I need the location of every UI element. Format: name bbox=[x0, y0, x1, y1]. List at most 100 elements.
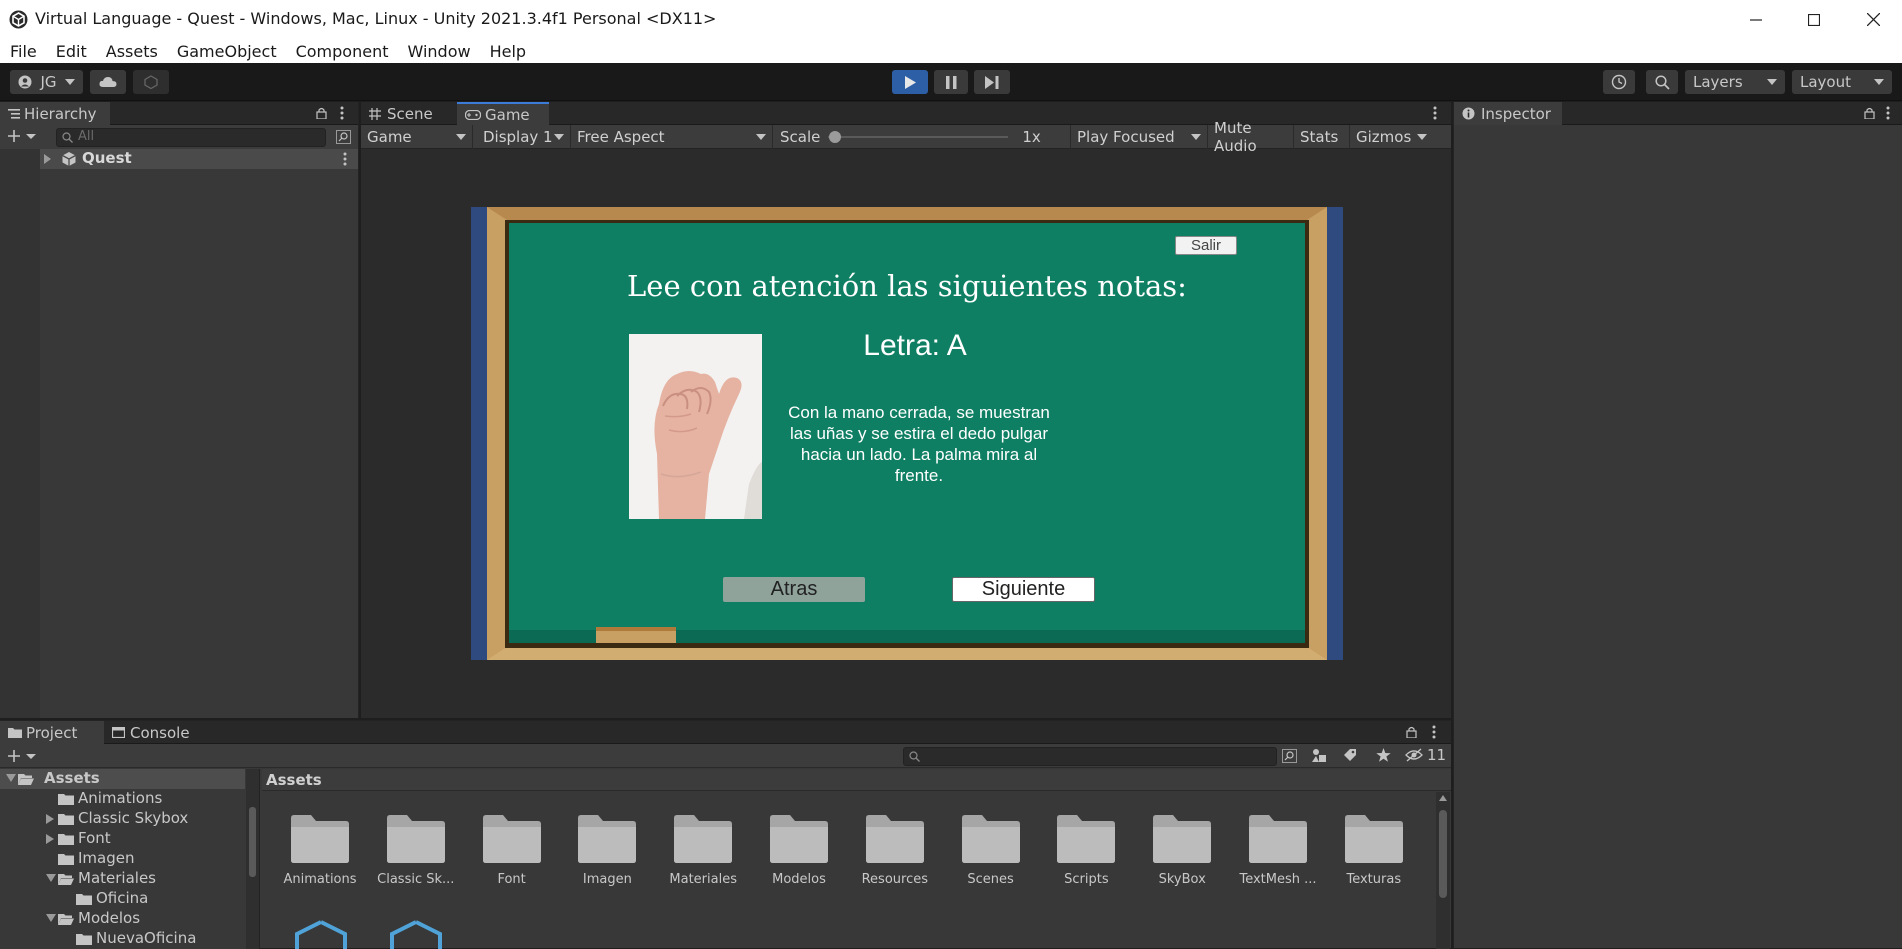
mute-audio-label: Mute Audio bbox=[1214, 118, 1257, 155]
asset-folder[interactable]: Classic Sk... bbox=[371, 814, 461, 887]
collab-icon bbox=[144, 75, 158, 89]
tree-scrollbar[interactable] bbox=[246, 769, 259, 949]
asset-folder[interactable]: SkyBox bbox=[1137, 814, 1227, 887]
menu-help[interactable]: Help bbox=[490, 42, 526, 61]
tab-console[interactable]: Console bbox=[104, 721, 204, 744]
tab-scene[interactable]: Scene bbox=[361, 102, 457, 125]
kebab-menu-icon[interactable] bbox=[343, 152, 347, 166]
chevron-right-icon[interactable] bbox=[46, 834, 54, 844]
scale-slider[interactable] bbox=[828, 130, 1009, 144]
tab-inspector[interactable]: Inspector bbox=[1454, 102, 1562, 125]
prefab-icon[interactable] bbox=[295, 920, 347, 949]
filter-type-icon[interactable] bbox=[1311, 748, 1327, 763]
tab-project[interactable]: Project bbox=[0, 721, 104, 744]
add-icon[interactable] bbox=[8, 129, 36, 143]
aspect-dropdown[interactable]: Free Aspect bbox=[571, 124, 773, 149]
tab-game[interactable]: Game bbox=[457, 102, 549, 125]
tab-hierarchy[interactable]: Hierarchy bbox=[0, 102, 110, 125]
chevron-right-icon[interactable] bbox=[44, 154, 51, 164]
add-icon[interactable] bbox=[8, 749, 36, 763]
hidden-packages-icon[interactable] bbox=[1405, 748, 1423, 762]
search-icon bbox=[1654, 74, 1670, 90]
project-folder-tree: Assets Animations Classic Skybox Font Imagen… bbox=[0, 769, 260, 949]
folder-open-icon bbox=[58, 913, 74, 925]
tab-console-label: Console bbox=[130, 723, 190, 742]
lock-icon[interactable] bbox=[316, 107, 327, 119]
next-button[interactable]: Siguiente bbox=[952, 577, 1095, 602]
chevron-right-icon[interactable] bbox=[46, 814, 54, 824]
asset-scrollbar-thumb[interactable] bbox=[1439, 810, 1447, 898]
game-view-toolbar: Game Display 1 Free Aspect Scale 1x Play… bbox=[361, 119, 1451, 155]
project-search-input[interactable] bbox=[903, 747, 1277, 766]
game-mode-dropdown[interactable]: Game bbox=[361, 124, 473, 149]
menu-edit[interactable]: Edit bbox=[56, 42, 87, 61]
close-button[interactable] bbox=[1844, 0, 1902, 39]
scale-handle[interactable] bbox=[829, 130, 842, 143]
mute-audio-toggle[interactable]: Mute Audio bbox=[1208, 119, 1294, 155]
gizmos-label: Gizmos bbox=[1356, 127, 1412, 146]
search-button[interactable] bbox=[1646, 70, 1678, 94]
pause-button[interactable] bbox=[934, 70, 968, 94]
back-button[interactable]: Atras bbox=[723, 577, 865, 602]
asset-folder[interactable]: Scripts bbox=[1041, 814, 1131, 887]
star-icon[interactable] bbox=[1376, 748, 1391, 762]
chevron-down-icon[interactable] bbox=[46, 874, 56, 882]
play-focused-dropdown[interactable]: Play Focused bbox=[1071, 124, 1208, 149]
stats-toggle[interactable]: Stats bbox=[1294, 124, 1350, 149]
asset-folder-label: Texturas bbox=[1346, 872, 1402, 887]
layout-dropdown[interactable]: Layout bbox=[1792, 70, 1892, 94]
collab-button[interactable] bbox=[133, 70, 169, 94]
asset-folder[interactable]: Texturas bbox=[1329, 814, 1419, 887]
folder-icon bbox=[1041, 814, 1131, 864]
lock-icon[interactable] bbox=[1864, 107, 1875, 119]
exit-button[interactable]: Salir bbox=[1175, 236, 1237, 255]
asset-folder[interactable]: Modelos bbox=[754, 814, 844, 887]
prefab-icon[interactable] bbox=[390, 920, 442, 949]
asset-folder[interactable]: Animations bbox=[275, 814, 365, 887]
play-button[interactable] bbox=[892, 70, 928, 94]
asset-folder[interactable]: Materiales bbox=[658, 814, 748, 887]
minimize-button[interactable] bbox=[1727, 0, 1785, 39]
account-dropdown[interactable]: JG bbox=[10, 70, 83, 94]
menu-component[interactable]: Component bbox=[296, 42, 389, 61]
gizmos-dropdown[interactable]: Gizmos bbox=[1350, 125, 1430, 149]
asset-folder[interactable]: Scenes bbox=[946, 814, 1036, 887]
kebab-menu-icon[interactable] bbox=[1433, 106, 1437, 120]
asset-scrollbar[interactable] bbox=[1436, 792, 1450, 949]
folder-icon bbox=[58, 793, 74, 805]
kebab-menu-icon[interactable] bbox=[1886, 106, 1890, 120]
asset-folder[interactable]: Font bbox=[467, 814, 557, 887]
lock-icon[interactable] bbox=[1406, 726, 1417, 738]
console-icon bbox=[112, 727, 125, 738]
hidden-packages-count: 11 bbox=[1427, 746, 1447, 764]
game-canvas: Salir Lee con atención las siguientes no… bbox=[471, 207, 1343, 660]
label-tag-icon[interactable] bbox=[1343, 748, 1357, 762]
kebab-menu-icon[interactable] bbox=[1432, 725, 1436, 739]
menu-gameobject[interactable]: GameObject bbox=[177, 42, 277, 61]
asset-folder[interactable]: Imagen bbox=[562, 814, 652, 887]
layers-label: Layers bbox=[1693, 73, 1743, 91]
tree-scrollbar-thumb[interactable] bbox=[249, 807, 256, 877]
asset-folder[interactable]: TextMesh ... bbox=[1233, 814, 1323, 887]
hierarchy-row-quest[interactable]: Quest bbox=[0, 149, 358, 718]
hierarchy-search-input[interactable]: All bbox=[56, 128, 326, 147]
step-button[interactable] bbox=[974, 70, 1010, 94]
menu-assets[interactable]: Assets bbox=[106, 42, 158, 61]
scroll-up-icon[interactable] bbox=[1439, 795, 1447, 801]
menu-window[interactable]: Window bbox=[407, 42, 470, 61]
maximize-button[interactable] bbox=[1785, 0, 1843, 39]
asset-folder[interactable]: Resources bbox=[850, 814, 940, 887]
scene-search-icon[interactable] bbox=[336, 130, 351, 144]
search-scope-icon[interactable] bbox=[1282, 749, 1297, 763]
chevron-down-icon[interactable] bbox=[46, 914, 56, 922]
project-panel: Project Console 11 Assets Animations Class… bbox=[0, 720, 1451, 949]
pause-icon bbox=[945, 75, 957, 89]
display-dropdown[interactable]: Display 1 bbox=[473, 124, 571, 149]
menu-file[interactable]: File bbox=[10, 42, 37, 61]
layers-dropdown[interactable]: Layers bbox=[1685, 70, 1785, 94]
kebab-menu-icon[interactable] bbox=[340, 106, 344, 120]
breadcrumb[interactable]: Assets bbox=[266, 771, 322, 789]
cloud-button[interactable] bbox=[90, 70, 126, 94]
chevron-down-icon[interactable] bbox=[6, 774, 16, 782]
history-button[interactable] bbox=[1603, 70, 1635, 94]
